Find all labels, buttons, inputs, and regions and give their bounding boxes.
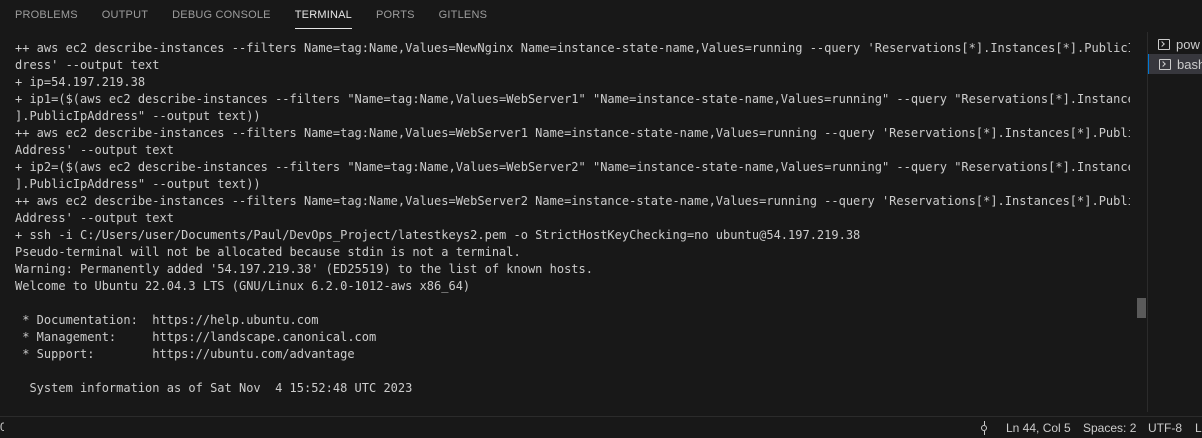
terminal-line: Pseudo-terminal will not be allocated be… — [15, 245, 521, 259]
status-eol[interactable]: L — [1195, 421, 1202, 435]
terminal-line: + ip2=($(aws ec2 describe-instances --fi… — [15, 160, 1130, 174]
terminal-instance-label: bash — [1177, 56, 1202, 72]
tab-problems[interactable]: PROBLEMS — [15, 0, 78, 23]
terminal-line: Welcome to Ubuntu 22.04.3 LTS (GNU/Linux… — [15, 279, 471, 293]
terminal-line: + ip1=($(aws ec2 describe-instances --fi… — [15, 92, 1130, 106]
terminal-line: dress' --output text — [15, 58, 160, 72]
status-cursor-position[interactable]: Ln 44, Col 5 — [1006, 421, 1071, 435]
status-bar: 0 Ln 44, Col 5 Spaces: 2 UTF-8 L — [0, 416, 1202, 438]
tab-output[interactable]: OUTPUT — [102, 0, 148, 23]
terminal-line: Warning: Permanently added '54.197.219.3… — [15, 262, 593, 276]
panel-tab-bar: PROBLEMS OUTPUT DEBUG CONSOLE TERMINAL P… — [0, 0, 1202, 32]
terminal-icon — [1158, 38, 1170, 50]
status-indentation[interactable]: Spaces: 2 — [1083, 421, 1136, 435]
terminal-line: * Documentation: https://help.ubuntu.com — [15, 313, 319, 327]
terminal-output[interactable]: ++ aws ec2 describe-instances --filters … — [15, 40, 1130, 410]
terminal-line: ++ aws ec2 describe-instances --filters … — [15, 41, 1130, 55]
tab-ports[interactable]: PORTS — [376, 0, 415, 23]
terminal-line: ++ aws ec2 describe-instances --filters … — [15, 194, 1130, 208]
terminal-line: Address' --output text — [15, 211, 174, 225]
terminal-icon — [1159, 58, 1171, 70]
status-encoding[interactable]: UTF-8 — [1148, 421, 1182, 435]
terminal-scrollbar[interactable] — [1136, 40, 1146, 410]
terminal-line: * Management: https://landscape.canonica… — [15, 330, 377, 344]
terminal-line: ].PublicIpAddress" --output text)) — [15, 109, 261, 123]
radio-tower-icon[interactable] — [978, 421, 990, 435]
terminal-line: * Support: https://ubuntu.com/advantage — [15, 347, 355, 361]
terminal-instance-bash[interactable]: bash — [1148, 54, 1202, 74]
tab-debug-console[interactable]: DEBUG CONSOLE — [172, 0, 271, 23]
terminal-line: ].PublicIpAddress" --output text)) — [15, 177, 261, 191]
terminal-line: + ssh -i C:/Users/user/Documents/Paul/De… — [15, 228, 861, 242]
terminal-line: Address' --output text — [15, 143, 174, 157]
terminal-instance-label: pow — [1176, 36, 1200, 52]
terminal-line: System information as of Sat Nov 4 15:52… — [15, 381, 413, 395]
status-remote-indicator[interactable]: 0 — [0, 420, 4, 434]
terminal-scrollbar-thumb[interactable] — [1137, 298, 1146, 318]
tab-terminal[interactable]: TERMINAL — [294, 0, 353, 29]
terminal-line: ++ aws ec2 describe-instances --filters … — [15, 126, 1130, 140]
terminal-line: + ip=54.197.219.38 — [15, 75, 146, 89]
tab-gitlens[interactable]: GITLENS — [439, 0, 487, 23]
terminal-instance-powershell[interactable]: pow — [1148, 34, 1202, 54]
terminal-tabs-list: pow bash — [1147, 32, 1202, 412]
